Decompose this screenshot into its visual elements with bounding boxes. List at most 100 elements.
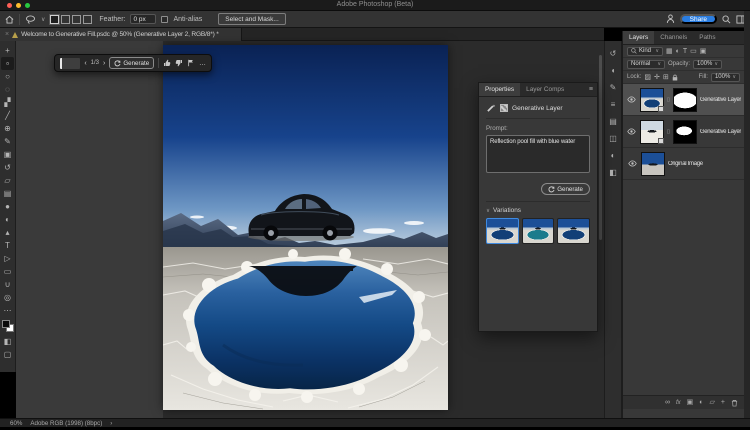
previous-variation-button[interactable]: ‹ [84, 60, 86, 67]
new-group-icon[interactable]: ▱ [710, 399, 715, 407]
hand-tool[interactable]: ∪ [1, 278, 14, 291]
libraries-icon[interactable]: ▤ [609, 117, 617, 127]
flag-icon[interactable] [187, 59, 195, 67]
crop-tool[interactable]: ▞ [1, 96, 14, 109]
tab-layer-comps[interactable]: Layer Comps [520, 83, 570, 96]
link-layers-icon[interactable]: ∞ [665, 399, 670, 407]
layer-effects-icon[interactable]: fx [676, 399, 681, 407]
layer-thumbnail[interactable] [641, 152, 665, 176]
pen-tool[interactable]: ▴ [1, 226, 14, 239]
delete-layer-icon[interactable] [731, 399, 738, 407]
filter-shape-icon[interactable]: ▭ [690, 47, 697, 55]
home-icon[interactable] [5, 15, 14, 24]
taskbar-prompt-input[interactable] [60, 58, 80, 69]
brush-settings-icon[interactable]: ✎ [610, 83, 617, 93]
feather-input[interactable] [130, 14, 156, 24]
lock-all-icon[interactable] [672, 74, 678, 81]
mask-link-icon[interactable]: ▯ [667, 97, 670, 103]
spot-healing-tool[interactable]: ⊕ [1, 122, 14, 135]
add-to-selection-button[interactable] [61, 15, 70, 24]
color-panel-icon[interactable]: ◐ [611, 151, 616, 161]
type-tool[interactable]: T [1, 239, 14, 252]
lasso-tool[interactable]: ○ [1, 70, 14, 83]
lock-position-icon[interactable]: ⊞ [663, 73, 669, 81]
zoom-level[interactable]: 60% [10, 420, 22, 427]
rectangular-marquee-tool[interactable]: ▫ [1, 57, 14, 70]
kind-filter-select[interactable]: Kind ∨ [627, 47, 663, 56]
layer-row-generative-1[interactable]: ▯ Generative Layer 1 [623, 116, 744, 148]
opacity-select[interactable]: 100% ∨ [693, 60, 722, 69]
filter-pixel-icon[interactable]: ▦ [666, 47, 673, 55]
variation-thumbnail-3[interactable] [557, 218, 590, 244]
variation-thumbnail-2[interactable] [522, 218, 555, 244]
visibility-eye-icon[interactable] [626, 160, 638, 167]
clone-stamp-tool[interactable]: ▣ [1, 148, 14, 161]
new-adjustment-icon[interactable]: ◐ [699, 399, 703, 407]
tab-channels[interactable]: Channels [654, 31, 693, 44]
dodge-tool[interactable]: ◐ [1, 213, 14, 226]
brush-tool[interactable]: ✎ [1, 135, 14, 148]
foreground-color-swatch[interactable] [2, 320, 10, 328]
lock-transparency-icon[interactable]: ▨ [644, 73, 651, 81]
tab-paths[interactable]: Paths [693, 31, 721, 44]
anti-alias-checkbox[interactable] [161, 16, 168, 23]
layer-mask-thumbnail[interactable] [673, 88, 697, 112]
blend-mode-select[interactable]: Normal ∨ [627, 60, 665, 69]
tab-properties[interactable]: Properties [479, 83, 520, 96]
thumbs-up-icon[interactable] [163, 59, 171, 67]
account-icon[interactable] [666, 14, 675, 24]
styles-panel-icon[interactable]: ◧ [609, 168, 617, 178]
blur-tool[interactable]: ● [1, 200, 14, 213]
layer-thumbnail[interactable] [640, 120, 664, 144]
clone-source-icon[interactable]: ◫ [609, 134, 617, 144]
visibility-eye-icon[interactable] [626, 128, 637, 135]
filter-adjustment-icon[interactable]: ◐ [676, 48, 680, 55]
comments-icon[interactable]: ◖ [611, 66, 616, 76]
status-chevron-icon[interactable]: › [110, 420, 112, 427]
variations-header[interactable]: ∨ Variations [486, 207, 590, 214]
layer-thumbnail[interactable] [640, 88, 664, 112]
search-icon[interactable] [722, 15, 731, 24]
chevron-down-icon[interactable]: ∨ [41, 16, 45, 23]
next-variation-button[interactable]: › [103, 60, 105, 67]
intersect-selection-button[interactable] [83, 15, 92, 24]
color-swatches[interactable] [2, 320, 14, 332]
path-selection-tool[interactable]: ▷ [1, 252, 14, 265]
lasso-tool-preset-icon[interactable] [25, 15, 36, 24]
canvas-scrollbar[interactable] [599, 55, 602, 240]
move-tool[interactable]: + [1, 44, 14, 57]
quick-mask-button[interactable]: ◧ [1, 335, 14, 348]
visibility-eye-icon[interactable] [626, 96, 637, 103]
eraser-tool[interactable]: ▱ [1, 174, 14, 187]
history-brush-tool[interactable]: ↺ [1, 161, 14, 174]
variation-thumbnail-1[interactable] [486, 218, 519, 244]
share-button[interactable]: Share [680, 14, 717, 24]
panel-menu-icon[interactable]: ≡ [585, 83, 597, 96]
shape-tool[interactable]: ▭ [1, 265, 14, 278]
lock-pixels-icon[interactable]: ✛ [654, 73, 660, 81]
mask-link-icon[interactable]: ▯ [667, 129, 670, 135]
gradient-tool[interactable]: ▤ [1, 187, 14, 200]
adjustments-icon[interactable]: ≡ [611, 100, 616, 110]
fill-select[interactable]: 100% ∨ [711, 73, 740, 82]
subtract-selection-button[interactable] [72, 15, 81, 24]
add-mask-icon[interactable]: ▣ [687, 399, 694, 407]
layer-row-generative-2[interactable]: ▯ Generative Layer 2 [623, 84, 744, 116]
screen-mode-button[interactable]: ▢ [1, 348, 14, 361]
object-selection-tool[interactable]: ◌ [1, 83, 14, 96]
thumbs-down-icon[interactable] [175, 59, 183, 67]
canvas-image[interactable] [163, 45, 448, 410]
generate-button[interactable]: Generate [541, 183, 590, 195]
tab-layers[interactable]: Layers [623, 31, 654, 44]
layer-row-original[interactable]: Original Image [623, 148, 744, 180]
more-options-icon[interactable]: … [199, 60, 206, 67]
select-and-mask-button[interactable]: Select and Mask... [218, 13, 285, 25]
filter-type-icon[interactable]: T [683, 48, 687, 55]
zoom-tool[interactable]: ◎ [1, 291, 14, 304]
new-layer-icon[interactable]: + [721, 399, 725, 407]
filter-smart-object-icon[interactable]: ▣ [700, 47, 707, 55]
document-tab[interactable]: × Welcome to Generative Fill.psdc @ 50% … [0, 28, 242, 41]
layer-mask-thumbnail[interactable] [673, 120, 697, 144]
more-tools-icon[interactable]: ⋯ [1, 304, 14, 317]
prompt-input[interactable]: Reflection pool fill with blue water [486, 135, 590, 173]
